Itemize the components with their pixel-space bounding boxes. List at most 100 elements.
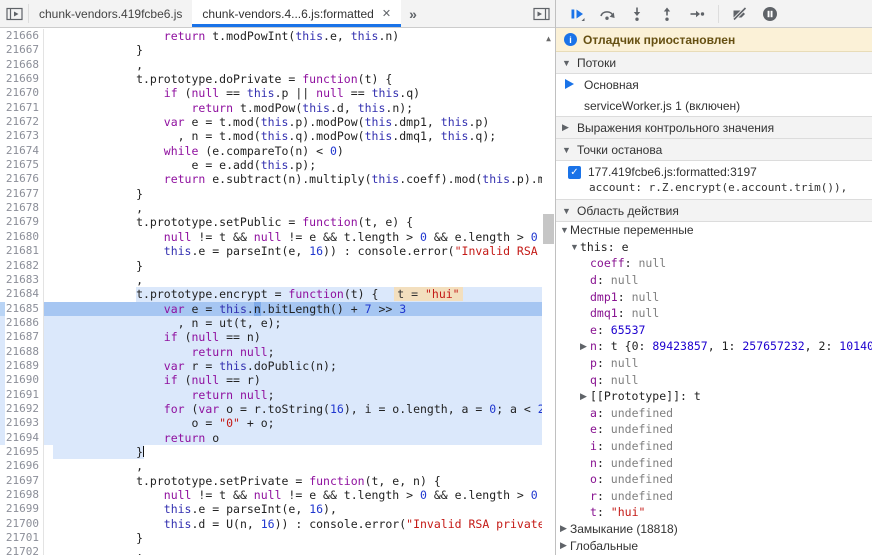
more-tabs-icon[interactable]: » xyxy=(401,0,425,27)
code-text[interactable]: , xyxy=(44,545,542,555)
code-text[interactable]: return t.modPow(this.d, this.n); xyxy=(44,101,542,115)
scope-variable-row[interactable]: p: null xyxy=(556,355,872,372)
code-line[interactable]: 21669 t.prototype.doPrivate = function(t… xyxy=(0,72,542,87)
code-line[interactable]: 21673 , n = t.mod(this.q).modPow(this.dm… xyxy=(0,129,542,144)
scope-variable-row[interactable]: a: undefined xyxy=(556,405,872,422)
line-number[interactable]: 21678 xyxy=(5,201,44,216)
line-number[interactable]: 21689 xyxy=(5,358,44,374)
line-number[interactable]: 21667 xyxy=(5,43,44,58)
code-line[interactable]: 21675 e = e.add(this.p); xyxy=(0,158,542,173)
line-number[interactable]: 21687 xyxy=(5,330,44,345)
code-line[interactable]: 21689 var r = this.doPublic(n); xyxy=(0,358,542,374)
code-line[interactable]: 21684 t.prototype.encrypt = function(t) … xyxy=(0,287,542,302)
resume-button[interactable] xyxy=(568,6,586,22)
section-watch-expressions[interactable]: ▶ Выражения контрольного значения xyxy=(556,116,872,139)
code-line[interactable]: 21700 this.d = U(n, 16)) : console.error… xyxy=(0,516,542,532)
line-number[interactable]: 21684 xyxy=(5,287,44,302)
code-text[interactable]: if (null == r) xyxy=(44,373,542,388)
code-line[interactable]: 21688 return null; xyxy=(0,344,542,359)
line-number[interactable]: 21698 xyxy=(5,488,44,503)
scope-variable-row[interactable]: n: undefined xyxy=(556,454,872,471)
code-text[interactable]: return e.subtract(n).multiply(this.coeff… xyxy=(44,172,542,186)
line-number[interactable]: 21673 xyxy=(5,129,44,144)
open-debug-sidebar-icon[interactable] xyxy=(527,0,555,27)
scope-section-row[interactable]: ▶ Замыкание (18818) xyxy=(556,521,872,538)
code-text[interactable]: this.d = U(n, 16)) : console.error("Inva… xyxy=(44,517,542,531)
code-text[interactable]: , xyxy=(44,459,542,473)
scope-variable-row[interactable]: e: 65537 xyxy=(556,322,872,339)
editor-scrollbar[interactable]: ▲ xyxy=(542,28,555,555)
line-number[interactable]: 21682 xyxy=(5,258,44,273)
code-line[interactable]: 21671 return t.modPow(this.d, this.n); xyxy=(0,100,542,116)
line-number[interactable]: 21702 xyxy=(5,545,44,555)
section-scope[interactable]: ▼ Область действия xyxy=(556,199,872,222)
thread-serviceworker[interactable]: serviceWorker.js 1 (включен) xyxy=(556,95,872,116)
code-text[interactable]: var e = t.mod(this.p).modPow(this.dmp1, … xyxy=(44,115,542,129)
code-text[interactable]: } xyxy=(44,43,542,57)
line-number[interactable]: 21685 xyxy=(5,301,44,316)
source-editor[interactable]: 21666 return t.modPowInt(this.e, this.n)… xyxy=(0,28,555,555)
scope-variable-row[interactable]: o: undefined xyxy=(556,471,872,488)
code-text[interactable]: , xyxy=(44,273,542,287)
breakpoint-entry[interactable]: ✓ 177.419fcbe6.js:formatted:3197 account… xyxy=(556,161,872,199)
code-line[interactable]: 21695 } xyxy=(0,444,542,460)
line-number[interactable]: 21700 xyxy=(5,516,44,532)
code-text[interactable]: o = "0" + o; xyxy=(44,416,542,431)
breakpoint-location[interactable]: 177.419fcbe6.js:formatted:3197 xyxy=(588,165,757,179)
code-text[interactable]: return t.modPowInt(this.e, this.n) xyxy=(44,29,542,43)
code-text[interactable]: , n = t.mod(this.q).modPow(this.dmq1, th… xyxy=(44,129,542,143)
code-line[interactable]: 21674 while (e.compareTo(n) < 0) xyxy=(0,143,542,159)
scope-variable-row[interactable]: t: "hui" xyxy=(556,504,872,521)
scope-variable-row[interactable]: ▶ [[Prototype]]: t xyxy=(556,388,872,405)
line-number[interactable]: 21679 xyxy=(5,215,44,230)
line-number[interactable]: 21691 xyxy=(5,387,44,402)
code-text[interactable]: for (var o = r.toString(16), i = o.lengt… xyxy=(44,401,542,417)
code-lines[interactable]: 21666 return t.modPowInt(this.e, this.n)… xyxy=(0,29,542,555)
code-text[interactable]: null != t && null != e && t.length > 0 &… xyxy=(44,488,542,502)
code-line[interactable]: 21676 return e.subtract(n).multiply(this… xyxy=(0,172,542,187)
code-text[interactable]: while (e.compareTo(n) < 0) xyxy=(44,144,542,158)
line-number[interactable]: 21681 xyxy=(5,244,44,259)
line-number[interactable]: 21671 xyxy=(5,100,44,116)
scope-tree[interactable]: ▼ Местные переменные ▼ this: e coeff: null d:… xyxy=(556,222,872,555)
code-text[interactable]: return null; xyxy=(44,344,542,359)
line-number[interactable]: 21680 xyxy=(5,229,44,245)
code-text[interactable]: , xyxy=(44,201,542,215)
code-line[interactable]: 21680 null != t && null != e && t.length… xyxy=(0,229,542,245)
code-line[interactable]: 21698 null != t && null != e && t.length… xyxy=(0,488,542,503)
code-text[interactable]: t.prototype.doPrivate = function(t) { xyxy=(44,72,542,86)
code-line[interactable]: 21686 , n = ut(t, e); xyxy=(0,315,542,331)
code-line[interactable]: 21670 if (null == this.p || null == this… xyxy=(0,86,542,101)
line-number[interactable]: 21699 xyxy=(5,502,44,517)
code-text[interactable]: , n = ut(t, e); xyxy=(44,315,542,331)
line-number[interactable]: 21693 xyxy=(5,416,44,431)
code-line[interactable]: 21667 } xyxy=(0,43,542,58)
line-number[interactable]: 21676 xyxy=(5,172,44,187)
code-line[interactable]: 21697 t.prototype.setPrivate = function(… xyxy=(0,473,542,488)
code-text[interactable]: return null; xyxy=(44,387,542,402)
line-number[interactable]: 21686 xyxy=(5,315,44,331)
code-line[interactable]: 21677 } xyxy=(0,186,542,202)
code-text[interactable]: var e = this.n.bitLength() + 7 >> 3 xyxy=(44,301,542,316)
deactivate-breakpoints-icon[interactable] xyxy=(731,6,749,22)
code-text[interactable]: } xyxy=(44,259,542,273)
line-number[interactable]: 21677 xyxy=(5,186,44,202)
code-text[interactable]: if (null == n) xyxy=(44,330,542,345)
line-number[interactable]: 21697 xyxy=(5,473,44,488)
code-line[interactable]: 21694 return o xyxy=(0,430,542,445)
line-number[interactable]: 21672 xyxy=(5,115,44,130)
code-line[interactable]: 21692 for (var o = r.toString(16), i = o… xyxy=(0,401,542,417)
scope-variable-row[interactable]: d: null xyxy=(556,272,872,289)
code-text[interactable]: t.prototype.setPublic = function(t, e) { xyxy=(44,215,542,229)
line-number[interactable]: 21690 xyxy=(5,373,44,388)
scrollbar-thumb[interactable] xyxy=(543,214,554,244)
code-text[interactable]: this.e = parseInt(e, 16)) : console.erro… xyxy=(44,244,542,258)
code-text[interactable]: } xyxy=(44,444,542,460)
code-text[interactable]: var r = this.doPublic(n); xyxy=(44,358,542,374)
code-line[interactable]: 21691 return null; xyxy=(0,387,542,402)
line-number[interactable]: 21669 xyxy=(5,72,44,87)
code-line[interactable]: 21678 , xyxy=(0,201,542,216)
scroll-up-icon[interactable]: ▲ xyxy=(542,28,555,46)
code-text[interactable]: this.e = parseInt(e, 16), xyxy=(44,502,542,516)
section-breakpoints[interactable]: ▼ Точки останова xyxy=(556,139,872,161)
